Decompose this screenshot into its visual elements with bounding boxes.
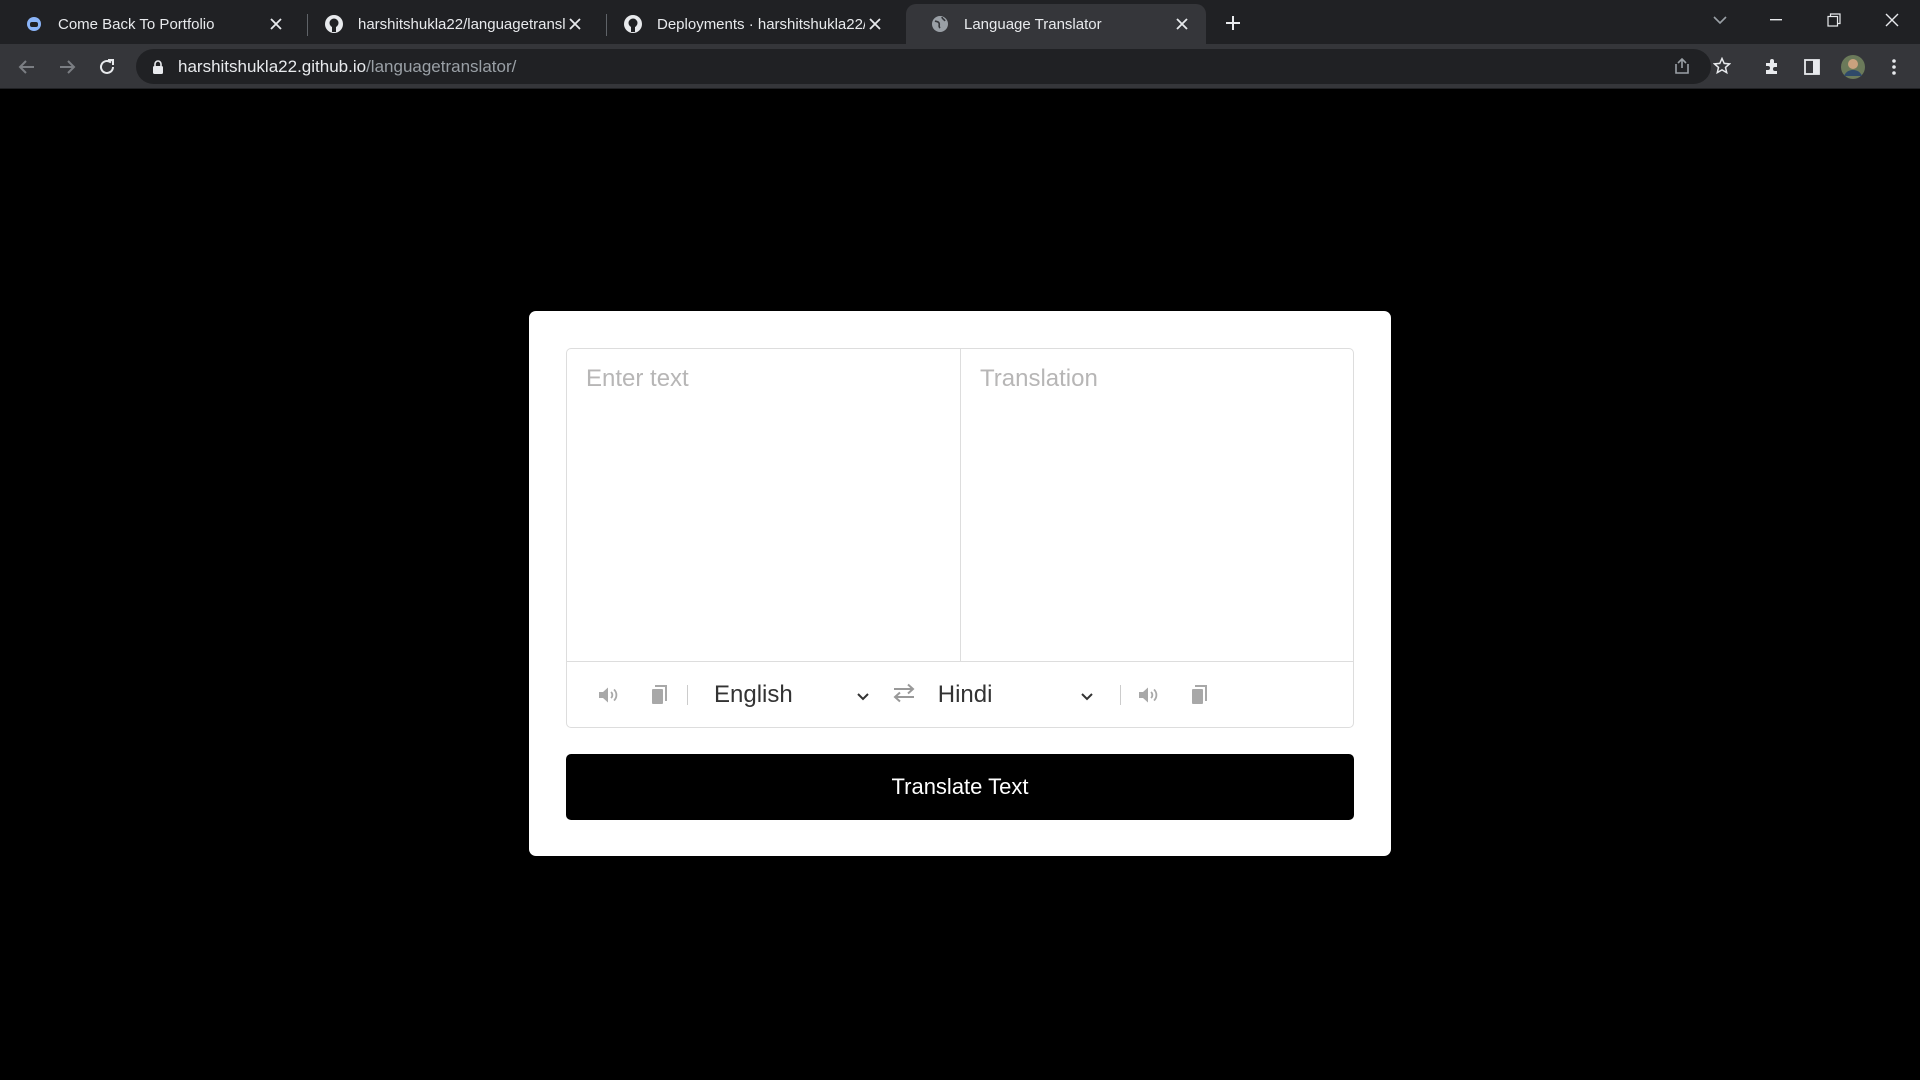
target-controls: Hindi (938, 681, 1224, 709)
close-icon[interactable] (865, 14, 885, 34)
tab-title: Come Back To Portfolio (58, 15, 215, 33)
tab-github-deployments[interactable]: Deployments · harshitshukla22/la (599, 4, 899, 44)
swap-languages-button[interactable] (874, 683, 934, 708)
share-icon[interactable] (1668, 52, 1696, 80)
bookmark-star-icon[interactable] (1708, 52, 1736, 80)
profile-avatar[interactable] (1838, 52, 1868, 82)
translation-output[interactable] (960, 349, 1353, 661)
target-language-select[interactable]: Hindi (938, 681, 1094, 709)
close-icon[interactable] (1172, 14, 1192, 34)
copy-icon[interactable] (1187, 683, 1211, 707)
chevron-down-icon (856, 681, 870, 709)
translate-button[interactable]: Translate Text (566, 754, 1354, 820)
globe-icon (930, 14, 950, 34)
new-tab-button[interactable] (1219, 9, 1247, 37)
browser-toolbar: harshitshukla22.github.io/languagetransl… (0, 44, 1920, 89)
target-language-label: Hindi (937, 681, 993, 708)
tab-title: harshitshukla22/languagetranslat (358, 15, 565, 33)
github-icon (623, 14, 643, 34)
page-body: English Hindi (0, 89, 1920, 1080)
tab-github-repo[interactable]: harshitshukla22/languagetranslat (300, 4, 599, 44)
close-icon[interactable] (266, 14, 286, 34)
speaker-icon[interactable] (1137, 683, 1161, 707)
github-icon (324, 14, 344, 34)
tab-language-translator[interactable]: Language Translator (906, 4, 1206, 44)
back-button[interactable] (10, 50, 44, 84)
extensions-icon[interactable] (1757, 52, 1787, 82)
url-path: /languagetranslator/ (366, 56, 517, 76)
close-window-button[interactable] (1864, 0, 1920, 40)
target-icons (1119, 683, 1224, 707)
reload-button[interactable] (90, 50, 124, 84)
chevron-down-icon (1080, 681, 1094, 709)
portfolio-favicon-icon (24, 14, 44, 34)
lock-icon[interactable] (150, 59, 166, 75)
speaker-icon[interactable] (597, 683, 621, 707)
url-text: harshitshukla22.github.io/languagetransl… (178, 57, 516, 77)
address-bar[interactable]: harshitshukla22.github.io/languagetransl… (136, 49, 1711, 84)
swap-arrows-icon (892, 683, 916, 708)
tab-portfolio[interactable]: Come Back To Portfolio (0, 4, 300, 44)
menu-kebab-icon[interactable] (1879, 52, 1909, 82)
translator-controls: English Hindi (567, 662, 1353, 727)
url-host: harshitshukla22.github.io (178, 56, 367, 76)
text-input-area (567, 349, 1353, 662)
tab-strip: Come Back To Portfolio harshitshukla22/l… (0, 0, 1920, 44)
browser-chrome: Come Back To Portfolio harshitshukla22/l… (0, 0, 1920, 89)
restore-button[interactable] (1806, 0, 1862, 40)
tab-title: Language Translator (964, 15, 1102, 33)
source-language-select[interactable]: English (714, 681, 870, 709)
translator-container: English Hindi (529, 311, 1391, 856)
forward-button[interactable] (50, 50, 84, 84)
translator-wrapper: English Hindi (566, 348, 1354, 728)
source-language-label: English (713, 681, 793, 708)
side-panel-icon[interactable] (1797, 52, 1827, 82)
copy-icon[interactable] (647, 683, 671, 707)
tab-search-button[interactable] (1692, 0, 1748, 40)
source-controls: English (584, 681, 870, 709)
tab-title: Deployments · harshitshukla22/la (657, 15, 865, 33)
minimize-button[interactable] (1748, 0, 1804, 40)
close-icon[interactable] (565, 14, 585, 34)
source-icons (584, 685, 688, 705)
source-text-input[interactable] (567, 349, 960, 661)
